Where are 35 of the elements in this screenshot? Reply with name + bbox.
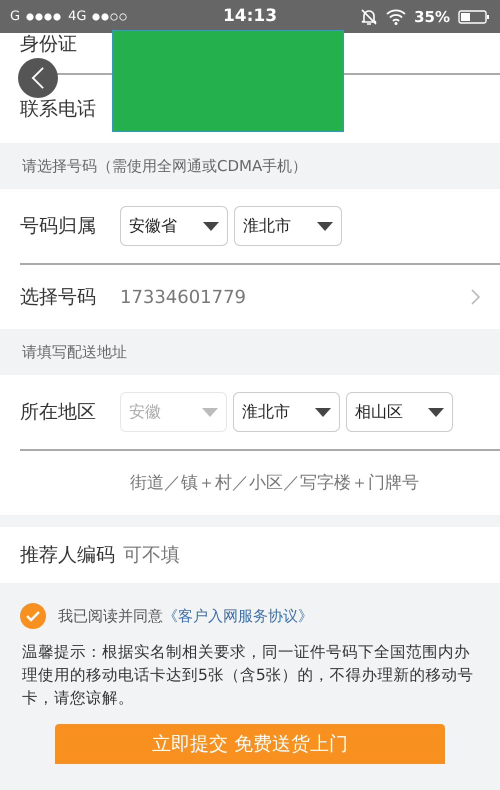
- wifi-icon: [386, 8, 406, 24]
- checkbox[interactable]: [20, 603, 46, 629]
- agreement-text: 我已阅读并同意《客户入网服务协议》: [58, 606, 313, 626]
- muted-bell-icon: [360, 8, 378, 26]
- field-label: 推荐人编码: [20, 543, 115, 568]
- carrier-label: G: [10, 9, 20, 24]
- battery-icon: [458, 10, 490, 24]
- section-header: 请填写配送地址: [22, 342, 127, 362]
- signal-icon: [92, 12, 128, 22]
- battery-percent: 35%: [414, 8, 450, 26]
- agreement-link[interactable]: 《客户入网服务协议》: [163, 606, 313, 624]
- dropdown-arrow-icon: [315, 408, 331, 416]
- dropdown[interactable]: 相山区: [346, 392, 453, 432]
- chevron-right-icon: [471, 289, 480, 305]
- dropdown-arrow-icon: [202, 408, 218, 416]
- phone-number: 17334601779: [120, 286, 246, 308]
- dropdown[interactable]: 淮北市: [234, 206, 342, 246]
- signal-icon: [26, 12, 62, 22]
- field-label: 联系电话: [20, 97, 96, 122]
- section-header: 请选择号码（需使用全网通或CDMA手机）: [22, 156, 308, 176]
- clock: 14:13: [222, 6, 278, 26]
- dropdown-arrow-icon: [203, 222, 219, 230]
- dropdown[interactable]: 淮北市: [233, 392, 340, 432]
- dropdown-arrow-icon: [428, 408, 444, 416]
- field-label: 号码归属: [20, 214, 96, 239]
- network-label: 4G: [68, 9, 86, 24]
- number-picker-row[interactable]: 选择号码 17334601779: [0, 265, 500, 329]
- address-field[interactable]: 街道／镇＋村／小区／写字楼＋门牌号: [128, 472, 482, 494]
- field-label: 选择号码: [20, 285, 96, 310]
- field-label: 身份证: [20, 33, 77, 55]
- dropdown-arrow-icon: [317, 222, 333, 230]
- back-icon: [31, 67, 45, 89]
- field-label: 所在地区: [20, 400, 96, 425]
- dropdown[interactable]: 安徽省: [120, 206, 228, 246]
- notice-text: 温馨提示：根据实名制相关要求，同一证件号码下全国范围内办理使用的移动电话卡达到5张（含5张）的，不得办理新的移动号卡，请您谅解。: [21, 642, 475, 709]
